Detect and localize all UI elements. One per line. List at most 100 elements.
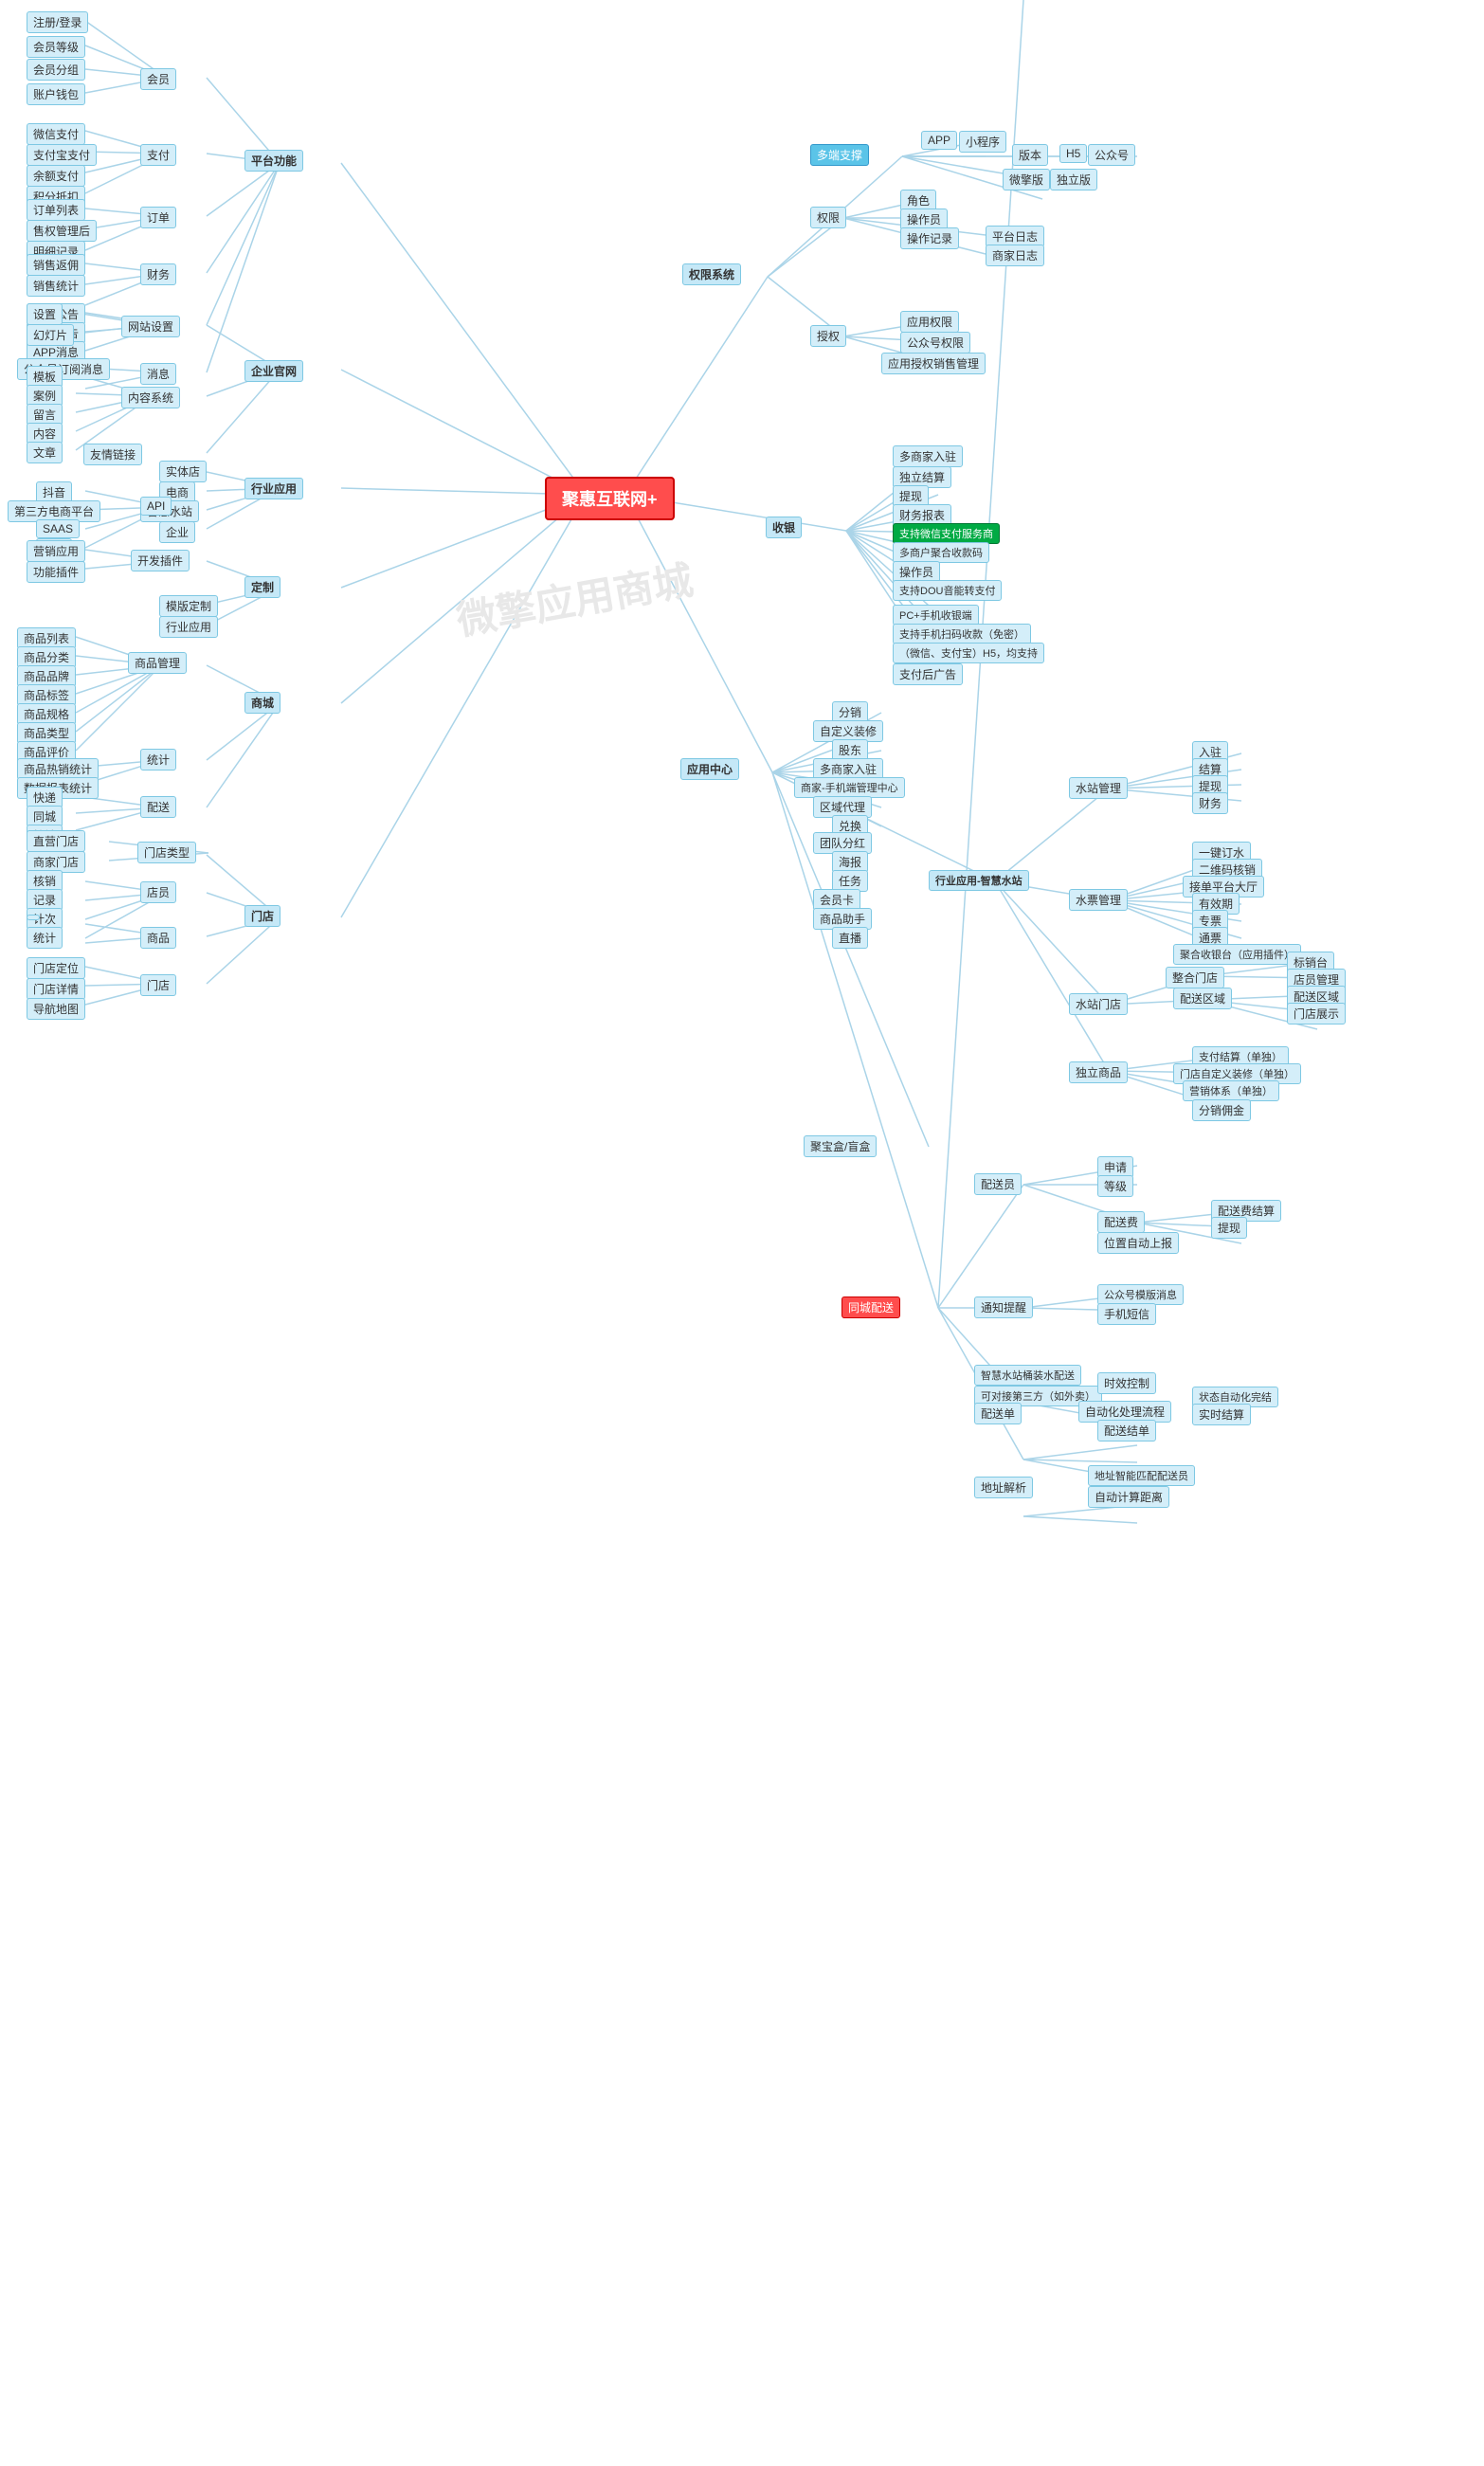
node-smart-water-section: 行业应用-智慧水站 — [929, 870, 1029, 891]
node-balance-pay: 余额支付 — [27, 165, 85, 187]
node-water-mgmt: 水站管理 — [1069, 777, 1128, 799]
node-member-grade: 会员等级 — [27, 36, 85, 58]
node-industry: 行业应用 — [244, 478, 303, 499]
node-delivery: 配送 — [140, 796, 176, 818]
node-physical-store: 实体店 — [159, 461, 207, 482]
node-sales-rebate: 销售返佣 — [27, 254, 85, 276]
node-member: 会员 — [140, 68, 176, 90]
node-app-center: 应用中心 — [680, 758, 739, 780]
node-register: 注册/登录 — [27, 11, 88, 33]
node-plugin: 开发插件 — [131, 550, 190, 571]
node-custom: 定制 — [244, 576, 281, 598]
node-auth: 授权 — [810, 325, 846, 347]
node-store-detail: 门店详情 — [27, 978, 85, 1000]
node-count-stats: 统计 — [27, 927, 63, 949]
node-official: 公众号 — [1088, 144, 1135, 166]
node-store2: 门店 — [140, 974, 176, 996]
node-order: 订单 — [140, 207, 176, 228]
node-sales-mgmt: 应用授权销售管理 — [881, 353, 986, 374]
node-func-plugin: 功能插件 — [27, 561, 85, 583]
node-permission: 权限系统 — [682, 263, 741, 285]
node-goods2: 商品 — [140, 927, 176, 949]
node-app: APP — [921, 131, 957, 150]
node-alipay: 支付宝支付 — [27, 144, 97, 166]
node-content: 内容系统 — [121, 387, 180, 408]
node-delivery-fee-section: 配送费 — [1097, 1211, 1145, 1233]
node-smart-match: 地址智能匹配配送员 — [1088, 1465, 1195, 1486]
node-staff: 店员 — [140, 881, 176, 903]
node-after-sales: 售权管理后 — [27, 220, 97, 242]
node-multi-merchant-in: 多商家入驻 — [893, 445, 963, 467]
node-multi-collect: 多商户聚合收款码 — [893, 542, 989, 563]
node-app-auth: 应用权限 — [900, 311, 959, 333]
node-goods-mgmt: 商品管理 — [128, 652, 187, 674]
node-qrpay: 支持手机扫码收款（免密） — [893, 624, 1031, 644]
node-treasure-box: 聚宝盒/盲盒 — [804, 1135, 877, 1157]
node-merchant-log: 商家日志 — [986, 245, 1044, 266]
node-setting-sub: 设置 — [27, 303, 63, 325]
node-courier: 配送员 — [974, 1173, 1022, 1195]
node-api: API — [140, 497, 172, 516]
node-industry-custom: 行业应用 — [159, 616, 218, 638]
node-marketing-plugin: 营销应用 — [27, 540, 85, 562]
node-finance: 财务 — [140, 263, 176, 285]
node-auto-dist: 自动计算距离 — [1088, 1486, 1169, 1508]
node-store-type: 门店类型 — [137, 842, 196, 863]
node-live: 直播 — [832, 927, 868, 949]
node-pc-mobile: PC+手机收银端 — [893, 605, 979, 626]
node-nav-map: 导航地图 — [27, 998, 85, 1020]
node-stats: 统计 — [140, 749, 176, 771]
node-sales-stats: 销售统计 — [27, 275, 85, 297]
node-quanxian: 权限 — [810, 207, 846, 228]
node-water-finance: 财务 — [1192, 792, 1228, 814]
node-slideshow: 幻灯片 — [27, 324, 74, 346]
node-cashier-section: 收银 — [766, 517, 802, 538]
node-template-custom: 模版定制 — [159, 595, 218, 617]
node-multi-h5: （微信、支付宝）H5，均支持 — [893, 643, 1044, 663]
node-saas: SAAS — [36, 519, 80, 538]
node-friend-link: 友情链接 — [83, 444, 142, 465]
node-article: 文章 — [27, 442, 63, 463]
node-store-display: 门店展示 — [1287, 1003, 1346, 1024]
node-message: 消息 — [140, 363, 176, 385]
node-miniapp: 小程序 — [959, 131, 1006, 153]
node-enterprise: 企业官网 — [244, 360, 303, 382]
node-delivery-order: 配送单 — [974, 1403, 1022, 1424]
node-fee-withdraw: 提现 — [1211, 1217, 1247, 1239]
node-standalone-mkt: 营销体系（单独） — [1183, 1080, 1279, 1101]
node-location-auto: 位置自动上报 — [1097, 1232, 1179, 1254]
node-delivery-note: 配送结单 — [1097, 1420, 1156, 1442]
node-sms: 手机短信 — [1097, 1303, 1156, 1325]
node-store-locate: 门店定位 — [27, 957, 85, 979]
connector-lines — [0, 0, 1484, 2466]
node-account-wallet: 账户钱包 — [27, 83, 85, 105]
node-enterprise2: 企业 — [159, 521, 195, 543]
node-addr-parse: 地址解析 — [974, 1477, 1033, 1498]
watermark: 微擎应用商城 — [452, 549, 697, 647]
node-official-notify: 公众号模版消息 — [1097, 1284, 1184, 1305]
node-version: 版本 — [1012, 144, 1048, 166]
node-time-ctrl: 时效控制 — [1097, 1372, 1156, 1394]
node-platform: 平台功能 — [244, 150, 303, 172]
node-integrated-store: 整合门店 — [1166, 967, 1224, 988]
node-website-setting: 网站设置 — [121, 316, 180, 337]
center-node: 聚惠互联网+ — [545, 477, 675, 520]
node-wechat-pay: 微信支付 — [27, 123, 85, 145]
node-realtime-settle: 实时结算 — [1192, 1404, 1251, 1425]
node-pay-ads: 支付后广告 — [893, 663, 963, 685]
node-official-auth: 公众号权限 — [900, 332, 970, 354]
node-city-delivery: 同城配送 — [842, 1296, 900, 1318]
node-standalone-ver: 独立版 — [1050, 169, 1097, 190]
node-multi-support: 多端支撑 — [810, 144, 869, 166]
node-ticket-mgmt: 水票管理 — [1069, 889, 1128, 911]
node-level: 等级 — [1097, 1175, 1133, 1197]
mindmap: 聚惠互联网+ 微擎应用商城 平台功能 会员 注册/登录 会员等级 会员分组 账户… — [0, 0, 1484, 2466]
node-water-store: 水站门店 — [1069, 993, 1128, 1015]
node-dou-pay: 支持DOU音能转支付 — [893, 580, 1002, 601]
node-merchant-mobile: 商家-手机端管理中心 — [794, 777, 905, 798]
node-mall: 商城 — [244, 692, 281, 714]
node-delivery-area2: 配送区域 — [1173, 988, 1232, 1009]
node-integrated-cashier: 聚合收银台（应用插件） — [1173, 944, 1301, 965]
node-goods2-direct — [27, 915, 40, 920]
node-h5: H5 — [1059, 144, 1087, 163]
